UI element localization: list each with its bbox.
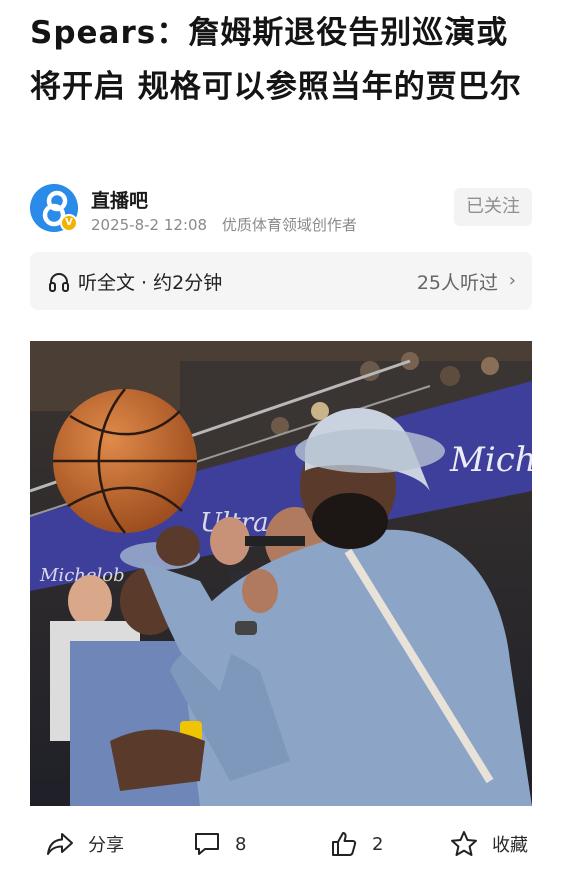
photo-illustration: Miche Ultra Michelob xyxy=(30,341,532,806)
like-button[interactable]: 2 xyxy=(330,827,383,861)
listen-full-text-bar[interactable]: 听全文 · 约2分钟 25人听过 › xyxy=(30,252,532,310)
like-count: 2 xyxy=(372,833,384,855)
bottom-action-bar: 分享 8 2 收藏 xyxy=(0,815,562,879)
author-row: V 直播吧 2025-8-2 12:08 优质体育领域创作者 已关注 xyxy=(30,184,532,236)
author-meta: 2025-8-2 12:08 优质体育领域创作者 xyxy=(91,214,357,235)
follow-button[interactable]: 已关注 xyxy=(454,188,532,226)
publish-date: 2025-8-2 12:08 xyxy=(91,216,208,234)
thumbs-up-icon xyxy=(332,832,357,856)
listen-label: 听全文 · 约2分钟 xyxy=(78,272,223,294)
share-label: 分享 xyxy=(88,835,124,856)
favorite-label: 收藏 xyxy=(492,835,528,856)
article-photo[interactable]: Miche Ultra Michelob xyxy=(30,341,532,806)
listen-count: 25人听过 xyxy=(416,272,498,294)
comment-count: 8 xyxy=(235,833,247,855)
favorite-button[interactable]: 收藏 xyxy=(450,827,528,861)
svg-text:Miche: Miche xyxy=(449,440,532,480)
chevron-right-icon: › xyxy=(508,270,516,291)
author-tag: 优质体育领域创作者 xyxy=(221,216,357,234)
comment-icon xyxy=(195,833,219,855)
author-name[interactable]: 直播吧 xyxy=(91,186,148,213)
verified-badge-icon: V xyxy=(60,214,78,232)
headphones-icon xyxy=(49,273,69,292)
article-title: Spears：詹姆斯退役告别巡演或将开启 规格可以参照当年的贾巴尔 xyxy=(30,15,522,105)
share-button[interactable]: 分享 xyxy=(46,827,124,861)
share-icon xyxy=(47,833,73,855)
comment-button[interactable]: 8 xyxy=(193,827,246,861)
star-icon xyxy=(451,831,477,856)
